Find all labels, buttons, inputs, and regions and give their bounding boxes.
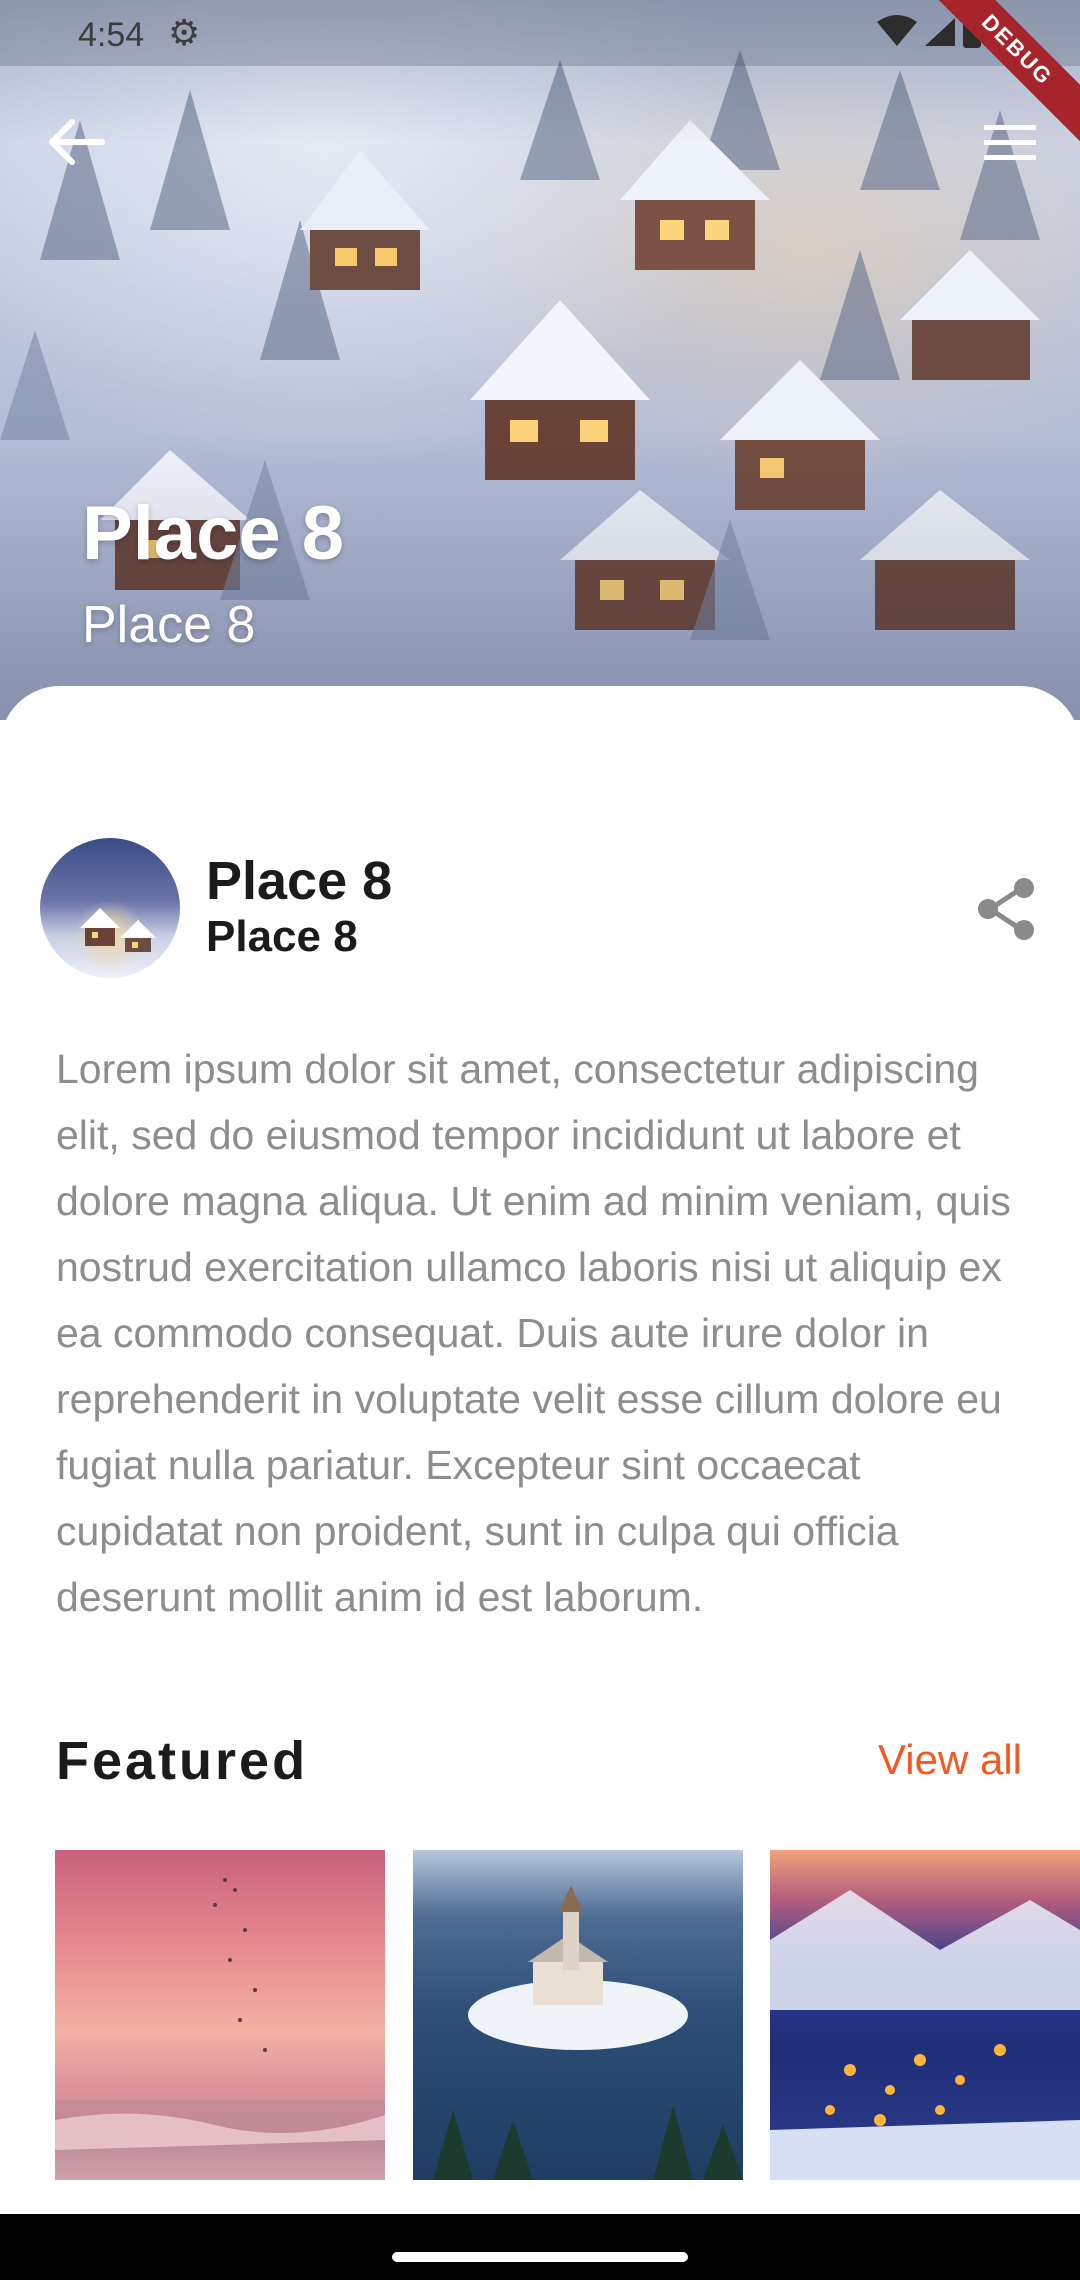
place-description: Lorem ipsum dolor sit amet, consectetur … xyxy=(56,1046,1011,1620)
share-icon xyxy=(978,878,1034,940)
featured-item-mountain-village[interactable] xyxy=(770,1850,1080,2180)
status-bar: 4:54 ⚙ xyxy=(0,0,1080,66)
avatar-village-thumbnail xyxy=(80,908,156,952)
hero-subtitle: Place 8 xyxy=(82,596,256,654)
place-subname: Place 8 xyxy=(206,912,358,961)
place-avatar xyxy=(40,838,180,978)
mountain-village-image xyxy=(770,1890,1080,2180)
featured-item-sunset-beach[interactable] xyxy=(55,1850,385,2180)
gear-icon: ⚙ xyxy=(168,12,201,53)
place-name: Place 8 xyxy=(206,851,393,911)
featured-item-lake-island[interactable] xyxy=(413,1850,743,2180)
lake-island-church-image xyxy=(433,1885,743,2180)
hamburger-menu-icon xyxy=(984,125,1036,160)
home-gesture-handle[interactable] xyxy=(392,2252,688,2262)
arrow-left-icon xyxy=(49,119,105,165)
sunset-beach-image xyxy=(55,1878,385,2180)
status-time: 4:54 xyxy=(78,16,145,54)
view-all-link[interactable]: View all xyxy=(878,1736,1022,1784)
menu-button[interactable] xyxy=(978,115,1042,171)
share-button[interactable] xyxy=(972,874,1042,944)
hero-title: Place 8 xyxy=(82,491,344,576)
back-button[interactable] xyxy=(40,112,110,172)
system-navigation-bar xyxy=(0,2214,1080,2280)
signal-icon xyxy=(925,18,955,46)
featured-heading: Featured xyxy=(56,1731,309,1791)
